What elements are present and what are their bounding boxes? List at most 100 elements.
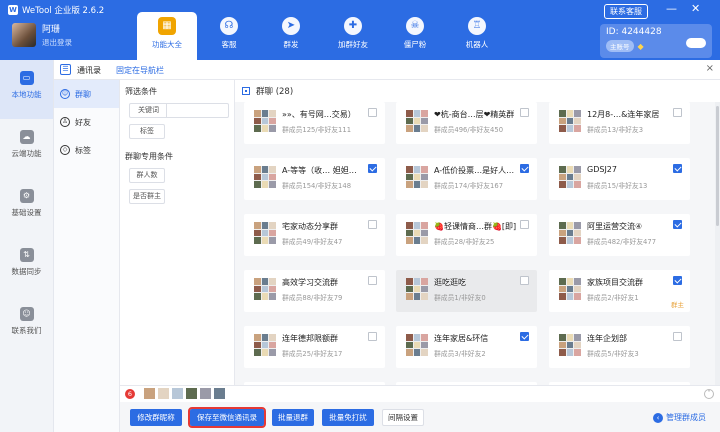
group-checkbox[interactable] — [520, 164, 529, 173]
group-card[interactable]: 高效学习交流群 群成员88/非好友79 — [244, 270, 385, 312]
group-card[interactable]: ❤杭-商台…层❤精英群 群成员496/非好友450 — [396, 102, 537, 144]
nav-tab-label: 僵尸粉 — [403, 40, 427, 49]
batch-quit-button[interactable]: 批量退群 — [272, 409, 314, 426]
left-nav-item-4[interactable]: ☺ 联系我们 — [0, 296, 53, 355]
group-checkbox[interactable] — [520, 332, 529, 341]
scrollbar[interactable] — [715, 102, 720, 385]
left-nav-item-1[interactable]: ☁ 云端功能 — [0, 119, 53, 178]
close-icon[interactable]: ✕ — [691, 2, 700, 15]
left-nav-item-3[interactable]: ⇅ 数据同步 — [0, 237, 53, 296]
group-avatar — [406, 110, 428, 132]
pin-to-nav-link[interactable]: 固定在导航栏 — [116, 65, 164, 76]
nav-tab-2[interactable]: ➤ 群发 — [261, 12, 321, 60]
group-card[interactable]: 🍓轻课情商…群🍓[即] 群成员28/非好友25 — [396, 214, 537, 256]
subnav-item-0[interactable]: ☺ 群聊 — [54, 80, 119, 108]
group-card[interactable]: 宅家动态分享群 群成员49/非好友47 — [244, 214, 385, 256]
group-grid: »»、有号网…交易） 群成员125/非好友111 ❤杭-商台…层❤精英群 群成员496… — [235, 102, 715, 385]
tag-filter-button[interactable]: 标签 — [129, 124, 165, 139]
group-card[interactable]: 连年企划部 群成员5/非好友3 — [549, 326, 690, 368]
group-stats: 群成员15/非好友13 — [587, 182, 648, 190]
group-checkbox[interactable] — [673, 220, 682, 229]
group-card[interactable]: 连年德邦限额群 群成员25/非好友17 — [244, 326, 385, 368]
group-avatar — [559, 334, 581, 356]
selected-thumbnail — [144, 388, 155, 399]
subnav-item-1[interactable]: ♙ 好友 — [54, 108, 119, 136]
nav-tab-3[interactable]: ✚ 加群好友 — [323, 12, 383, 60]
add-friend-icon: ✚ — [344, 17, 362, 35]
rename-group-button[interactable]: 修改群昵称 — [130, 409, 182, 426]
nav-tab-0[interactable]: ▦ 功能大全 — [137, 12, 197, 60]
expand-up-icon[interactable]: ˄ — [704, 389, 714, 399]
scrollbar-thumb[interactable] — [716, 106, 719, 226]
left-nav-item-2[interactable]: ⚙ 基础设置 — [0, 178, 53, 237]
selected-thumbnail — [214, 388, 225, 399]
group-checkbox[interactable] — [520, 108, 529, 117]
tab-strip: ☰ 通讯录 固定在导航栏 × — [54, 60, 720, 80]
minimize-icon[interactable]: — — [666, 2, 677, 15]
headset-icon: ☊ — [220, 17, 238, 35]
left-nav-label: 联系我们 — [11, 326, 42, 335]
group-name: 阿里运营交流④ — [587, 222, 643, 231]
contacts-subnav: ☺ 群聊 ♙ 好友 ◇ 标签 — [54, 80, 120, 432]
group-stats: 群成员25/非好友17 — [282, 350, 343, 358]
group-checkbox[interactable] — [673, 108, 682, 117]
member-count-filter-button[interactable]: 群人数 — [129, 168, 165, 183]
group-checkbox[interactable] — [520, 276, 529, 285]
filter-panel: 筛选条件 关键词 标签 群聊专用条件 群人数 是否群主 — [120, 80, 235, 385]
group-checkbox[interactable] — [368, 276, 377, 285]
select-all-checkbox[interactable] — [242, 87, 250, 95]
group-checkbox[interactable] — [673, 276, 682, 285]
group-card[interactable]: 逛吃逛吃 群成员1/非好友0 — [396, 270, 537, 312]
group-avatar — [406, 222, 428, 244]
top-nav: ▦ 功能大全 ☊ 客服 ➤ 群发 ✚ 加群好友 ☠ 僵尸粉 ♖ 机器人 — [137, 12, 509, 60]
selected-thumbnails — [144, 388, 225, 399]
batch-mute-button[interactable]: 批量免打扰 — [322, 409, 374, 426]
is-owner-filter-button[interactable]: 是否群主 — [129, 189, 165, 204]
user-panel: 阿珊 退出登录 — [12, 22, 72, 48]
group-stats: 群成员49/非好友47 — [282, 238, 343, 246]
account-card[interactable]: ID: 4244428 主账号 ◆ — [600, 24, 712, 58]
close-tab-icon[interactable]: × — [706, 63, 714, 74]
left-nav-item-0[interactable]: ▭ 本地功能 — [0, 60, 53, 119]
group-card[interactable]: A-低价投票…是好人… 群成员174/非好友167 — [396, 158, 537, 200]
group-name: 宅家动态分享群 — [282, 222, 338, 231]
left-nav-icon: ⚙ — [19, 189, 34, 203]
group-card[interactable]: 12月8-…&连年家居 群成员13/非好友3 — [549, 102, 690, 144]
tab-contacts[interactable]: 通讯录 — [77, 65, 101, 76]
nav-tab-5[interactable]: ♖ 机器人 — [447, 12, 507, 60]
selected-thumbnail — [200, 388, 211, 399]
group-checkbox[interactable] — [368, 220, 377, 229]
app-logo-icon: W — [8, 5, 18, 15]
group-checkbox[interactable] — [368, 332, 377, 341]
subnav-item-2[interactable]: ◇ 标签 — [54, 136, 119, 164]
contacts-icon: ☰ — [60, 64, 71, 75]
left-nav-icon: ▭ — [19, 71, 34, 85]
interval-settings-button[interactable]: 间隔设置 — [382, 409, 424, 426]
group-checkbox[interactable] — [520, 220, 529, 229]
manage-members-link[interactable]: ‹ 管理群成员 — [653, 412, 706, 423]
logout-link[interactable]: 退出登录 — [42, 37, 72, 48]
selected-count-badge: 6 — [125, 389, 135, 399]
group-checkbox[interactable] — [673, 164, 682, 173]
avatar[interactable] — [12, 23, 36, 47]
owner-tag: 群主 — [671, 301, 684, 309]
group-checkbox[interactable] — [673, 332, 682, 341]
keyword-filter-input[interactable]: 关键词 — [129, 103, 229, 118]
group-card[interactable]: »»、有号网…交易） 群成员125/非好友111 — [244, 102, 385, 144]
group-card[interactable]: 家族项目交流群 群成员2/非好友1 群主 — [549, 270, 690, 312]
group-checkbox[interactable] — [368, 108, 377, 117]
contact-service-button[interactable]: 联系客服 — [604, 4, 648, 19]
nav-tab-1[interactable]: ☊ 客服 — [199, 12, 259, 60]
nav-tab-label: 群发 — [283, 40, 299, 49]
group-checkbox[interactable] — [368, 164, 377, 173]
group-card[interactable]: A-等等（收… 妲妲… 群成员154/非好友148 — [244, 158, 385, 200]
save-to-contacts-button[interactable]: 保存至微信通讯录 — [188, 407, 266, 428]
group-avatar — [254, 222, 276, 244]
group-avatar — [559, 110, 581, 132]
manage-members-label: 管理群成员 — [666, 413, 706, 422]
group-card[interactable]: GDSJ27 群成员15/非好友13 — [549, 158, 690, 200]
group-name: 12月8-…&连年家居 — [587, 110, 660, 119]
group-card[interactable]: 连年家居&环信 群成员3/非好友2 — [396, 326, 537, 368]
group-card[interactable]: 阿里运营交流④ 群成员482/非好友477 — [549, 214, 690, 256]
nav-tab-4[interactable]: ☠ 僵尸粉 — [385, 12, 445, 60]
